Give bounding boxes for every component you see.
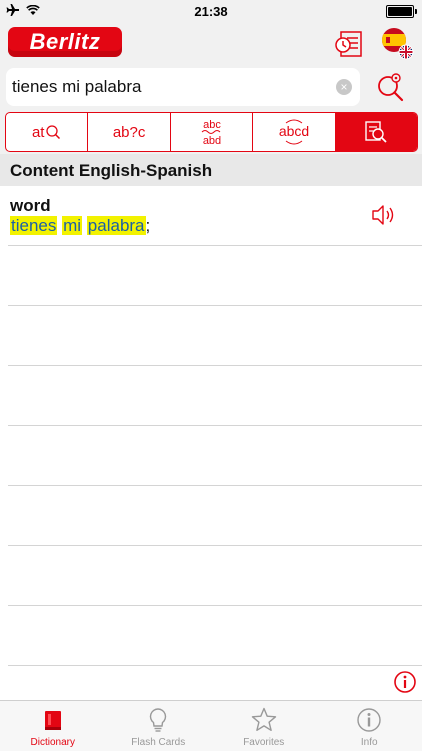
magnifier-icon <box>45 124 61 140</box>
highlight-term: palabra <box>87 216 146 235</box>
translation-punctuation: ; <box>146 216 151 235</box>
dictionary-icon <box>39 706 67 734</box>
empty-row <box>8 306 422 366</box>
lightbulb-icon <box>144 706 172 734</box>
svg-text:abd: abd <box>202 135 220 147</box>
svg-text:abcd: abcd <box>279 123 309 139</box>
status-bar: 21:38 <box>0 0 422 22</box>
empty-row <box>8 246 422 306</box>
empty-row <box>8 486 422 546</box>
content-search-icon <box>363 119 389 145</box>
empty-row <box>8 366 422 426</box>
logo-text: Berlitz <box>30 29 101 55</box>
language-switch-icon[interactable] <box>380 26 414 60</box>
mode-wildcard[interactable]: ab?c <box>88 113 170 151</box>
mode-anagram[interactable]: abcd <box>253 113 335 151</box>
app-header: Berlitz <box>0 22 422 66</box>
info-button-icon[interactable] <box>393 670 417 694</box>
tab-dictionary[interactable]: Dictionary <box>0 701 106 751</box>
mode-content-search[interactable] <box>336 113 417 151</box>
section-title: Content English-Spanish <box>10 161 212 181</box>
results-list: word tienes mi palabra; <box>0 186 422 666</box>
status-time: 21:38 <box>0 4 422 19</box>
tab-flash-cards-label: Flash Cards <box>106 737 212 748</box>
entry-headword: word <box>10 196 51 216</box>
fuzzy-icon: abc abd <box>197 117 227 147</box>
star-icon <box>250 706 278 734</box>
empty-row <box>8 426 422 486</box>
highlight-term: tienes <box>10 216 57 235</box>
tab-bar: Dictionary Flash Cards Favorites Info <box>0 700 422 751</box>
mode-word-search-label: at <box>32 124 45 141</box>
empty-row <box>8 606 422 666</box>
search-input[interactable] <box>12 68 332 106</box>
tab-favorites[interactable]: Favorites <box>211 701 317 751</box>
empty-row <box>8 546 422 606</box>
tab-info[interactable]: Info <box>317 701 422 751</box>
history-icon[interactable] <box>334 28 366 60</box>
tab-flash-cards[interactable]: Flash Cards <box>106 701 212 751</box>
search-row: × <box>0 66 422 110</box>
speaker-icon[interactable] <box>370 202 396 228</box>
mode-fuzzy[interactable]: abc abd <box>171 113 253 151</box>
search-mode-segment: at ab?c abc abd abcd <box>5 112 418 152</box>
svg-text:abc: abc <box>203 119 221 131</box>
anagram-icon: abcd <box>276 117 312 147</box>
tab-favorites-label: Favorites <box>211 737 317 748</box>
result-entry[interactable]: word tienes mi palabra; <box>8 186 422 246</box>
search-settings-icon[interactable] <box>374 70 408 104</box>
mode-word-search[interactable]: at <box>6 113 88 151</box>
tab-info-label: Info <box>317 737 422 748</box>
info-icon <box>355 706 383 734</box>
search-modes: at ab?c abc abd abcd <box>0 110 422 154</box>
clear-search-button[interactable]: × <box>336 79 352 95</box>
search-field: × <box>6 68 360 106</box>
highlight-term: mi <box>62 216 82 235</box>
berlitz-logo: Berlitz <box>8 27 122 57</box>
battery-icon <box>386 5 414 18</box>
entry-translation: tienes mi palabra; <box>10 216 150 236</box>
section-header: Content English-Spanish <box>0 154 422 186</box>
tab-dictionary-label: Dictionary <box>0 737 106 748</box>
mode-wildcard-label: ab?c <box>113 124 146 141</box>
